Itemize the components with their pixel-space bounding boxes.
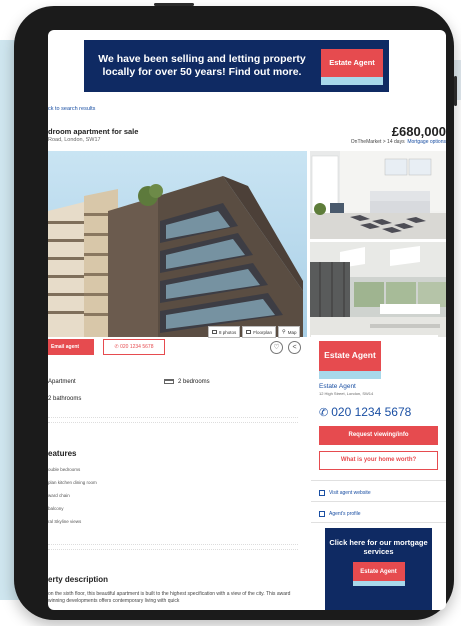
panel-divider [311, 480, 446, 481]
mortgage-ad-text: Click here for our mortgage services [329, 538, 428, 556]
features-heading: eatures [48, 449, 77, 458]
agent-profile-link[interactable]: Agent's profile [319, 511, 361, 517]
agent-address: 12 High Street, London, SW14 [319, 391, 374, 396]
phone-icon: ✆ [319, 406, 329, 419]
map-pin-icon: ⚲ [282, 329, 286, 335]
feature-item: ward chain [48, 493, 70, 498]
screen: We have been selling and letting propert… [48, 30, 446, 610]
visit-agent-website-label: Visit agent website [329, 490, 371, 496]
tab-floorplan[interactable]: Floorplan [242, 326, 277, 338]
tab-floorplan-label: Floorplan [253, 329, 273, 335]
thumbnail-living-room[interactable] [310, 151, 446, 239]
agent-panel: Estate Agent Estate Agent 12 High Street… [311, 335, 438, 522]
banner-text: We have been selling and letting propert… [98, 53, 306, 78]
property-type: Apartment [48, 379, 76, 385]
call-agent-button[interactable]: ✆ 020 1234 5678 [103, 339, 165, 355]
share-button[interactable]: < [288, 341, 301, 354]
phone-icon: ✆ [114, 344, 119, 350]
bedrooms-count: 2 bedrooms [164, 379, 210, 385]
mortgage-ad-logo: Estate Agent [352, 562, 405, 586]
feature-item: ral Skyline views [48, 519, 82, 524]
divider [48, 417, 298, 418]
agent-phone[interactable]: ✆ 020 1234 5678 [319, 405, 411, 419]
request-viewing-button[interactable]: Request viewing/info [319, 426, 438, 445]
share-icon: < [292, 344, 297, 351]
property-address: Road, London, SW17 [48, 137, 101, 143]
divider [48, 549, 298, 550]
description-heading: erty description [48, 575, 109, 584]
email-agent-button[interactable]: Email agent [48, 339, 94, 355]
visit-agent-website-link[interactable]: Visit agent website [319, 490, 371, 496]
property-price: £680,000 [391, 124, 446, 139]
home-worth-button[interactable]: What is your home worth? [319, 451, 438, 470]
divider [48, 544, 298, 545]
bedrooms-label: 2 bedrooms [178, 379, 210, 386]
tab-photos[interactable]: 8 photos [208, 326, 241, 338]
agent-logo[interactable]: Estate Agent [319, 341, 381, 379]
thumbnail-kitchen[interactable] [310, 242, 446, 337]
agent-phone-number: 020 1234 5678 [331, 405, 412, 419]
main-property-photo[interactable] [48, 151, 307, 337]
agent-profile-label: Agent's profile [329, 511, 361, 517]
feature-item: ouble bedrooms [48, 467, 81, 472]
external-link-icon [319, 490, 325, 496]
listing-meta: OnTheMarket > 14 days Mortgage options [351, 139, 446, 145]
kitchen-illustration [310, 242, 446, 337]
call-agent-number: 020 1234 5678 [120, 344, 154, 350]
description-text: on the sixth floor, this beautiful apart… [48, 591, 291, 604]
feature-item: balcony [48, 506, 64, 511]
banner-logo: Estate Agent [321, 49, 383, 85]
divider [48, 422, 298, 423]
profile-icon [319, 511, 325, 517]
photo-tabs: 8 photos Floorplan ⚲ Map [208, 326, 301, 338]
panel-divider [311, 501, 446, 502]
tab-map-label: Map [287, 329, 297, 335]
listing-age: > 14 days [382, 139, 405, 145]
save-heart-button[interactable]: ♡ [270, 341, 283, 354]
volume-button [454, 76, 457, 106]
tab-photos-label: 8 photos [219, 329, 237, 335]
bathrooms-count: 2 bathrooms [48, 396, 82, 402]
agent-name[interactable]: Estate Agent [319, 383, 356, 390]
living-room-illustration [310, 151, 446, 239]
camera-icon [212, 330, 217, 334]
top-banner-ad[interactable]: We have been selling and letting propert… [84, 40, 389, 92]
building-illustration [48, 176, 303, 337]
power-button [154, 3, 194, 6]
tab-map[interactable]: ⚲ Map [278, 326, 301, 338]
panel-divider [311, 522, 446, 523]
back-to-search-link[interactable]: ck to search results [48, 106, 95, 112]
heart-icon: ♡ [273, 344, 280, 351]
floorplan-icon [246, 330, 252, 334]
property-title: droom apartment for sale [48, 127, 139, 136]
mortgage-ad[interactable]: Click here for our mortgage services Est… [325, 528, 432, 610]
listing-site: OnTheMarket [350, 139, 382, 145]
bed-icon [164, 379, 174, 384]
mortgage-options-link[interactable]: Mortgage options [407, 139, 446, 145]
tablet-frame: We have been selling and letting propert… [14, 3, 457, 620]
feature-item: plan kitchen dining room [48, 480, 97, 485]
